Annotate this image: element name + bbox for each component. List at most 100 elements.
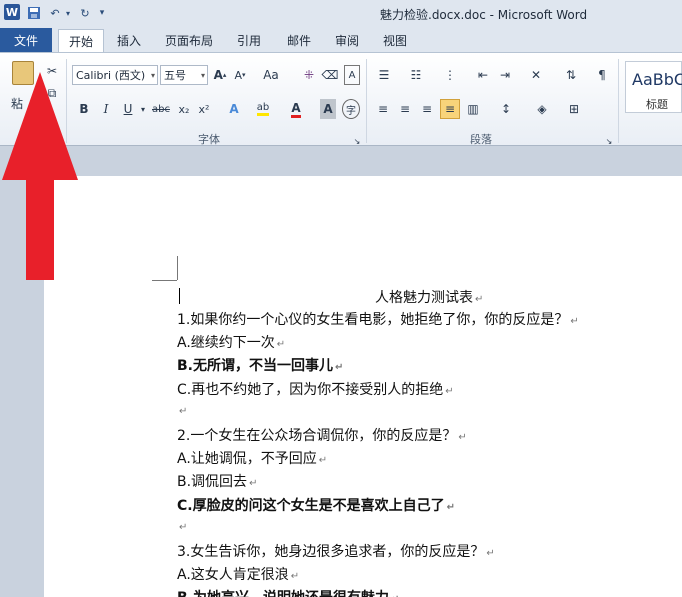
document-background <box>0 146 682 176</box>
numbering-icon[interactable]: ☷ <box>404 65 428 85</box>
empty-paragraph[interactable]: ↵ <box>177 518 187 534</box>
justify-icon[interactable]: ≡ <box>440 99 460 119</box>
paragraph-mark: ↵ <box>290 571 300 582</box>
tab-insert[interactable]: 插入 <box>108 29 150 52</box>
document-line[interactable]: B.调侃回去 ↵ <box>177 471 257 491</box>
font-group-label: 字体 <box>198 133 220 146</box>
increase-indent-icon[interactable]: ⇥ <box>496 65 514 85</box>
decrease-indent-icon[interactable]: ⇤ <box>474 65 492 85</box>
font-color-icon[interactable]: A <box>286 99 306 119</box>
paragraph-mark: ↵ <box>249 478 258 489</box>
undo-dropdown-icon[interactable]: ▾ <box>64 4 72 22</box>
undo-icon[interactable]: ↶ <box>48 4 62 22</box>
multilevel-list-icon[interactable]: ⋮ <box>438 65 462 85</box>
margin-crop-mark <box>152 280 177 281</box>
italic-button[interactable]: I <box>98 99 114 119</box>
document-line-text: 2.一个女生在公众场合调侃你，你的反应是？ <box>177 428 457 444</box>
tab-view[interactable]: 视图 <box>374 29 416 52</box>
paragraph-mark: ↵ <box>475 294 484 305</box>
paragraph-group-label: 段落 <box>470 133 492 146</box>
character-shading-icon[interactable]: A <box>320 99 336 119</box>
ribbon: 粘 ✂ ⧉ ✎ Calibri (西文) ▾ 五号 ▾ A▴ A▾ Aa ⁜ ⌫… <box>0 52 682 146</box>
document-line[interactable]: 1.如果你约一个心仪的女生看电影，她拒绝了你，你的反应是？ ↵ <box>177 309 579 329</box>
word-logo-icon[interactable]: W <box>4 4 20 20</box>
document-line[interactable]: 2.一个女生在公众场合调侃你，你的反应是？ ↵ <box>177 425 467 445</box>
highlight-color-icon[interactable]: ab <box>252 99 274 119</box>
group-divider <box>618 59 619 143</box>
borders-icon[interactable]: ⊞ <box>562 99 586 119</box>
text-effects-icon[interactable]: A <box>224 99 244 119</box>
change-case-button[interactable]: Aa <box>258 65 284 85</box>
clear-formatting-icon[interactable]: ⌫ <box>322 65 339 85</box>
grow-font-icon: A <box>213 68 223 82</box>
red-arrow-annotation <box>2 72 78 280</box>
document-line[interactable]: C.厚脸皮的问这个女生是不是喜欢上自己了 ↵ <box>177 495 455 515</box>
font-size-dropdown[interactable]: 五号 ▾ <box>160 65 208 85</box>
document-line-text: C.再也不约她了，因为你不接受别人的拒绝 <box>177 382 444 398</box>
document-line-text: B.为她高兴，说明她还是很有魅力 <box>177 590 389 597</box>
document-line[interactable]: B.无所谓，不当一回事儿 ↵ <box>177 355 343 375</box>
document-line[interactable]: C.再也不约她了，因为你不接受别人的拒绝 ↵ <box>177 379 454 399</box>
document-line-text: C.厚脸皮的问这个女生是不是喜欢上自己了 <box>177 498 445 514</box>
underline-dropdown-icon[interactable]: ▾ <box>138 99 148 119</box>
document-line-text: B.无所谓，不当一回事儿 <box>177 358 333 374</box>
tab-home[interactable]: 开始 <box>58 29 104 52</box>
save-icon[interactable] <box>26 4 42 22</box>
align-right-icon[interactable]: ≡ <box>418 99 436 119</box>
font-name-value: Calibri (西文) <box>76 69 146 82</box>
redo-icon[interactable]: ↻ <box>78 4 92 22</box>
tab-mailings[interactable]: 邮件 <box>278 29 320 52</box>
paragraph-mark: ↵ <box>570 316 579 327</box>
chevron-down-icon: ▾ <box>150 70 155 80</box>
subscript-button[interactable]: x₂ <box>176 99 192 119</box>
style-gallery-item[interactable]: AaBbC 标题 <box>625 61 682 113</box>
paragraph-mark: ↵ <box>318 455 328 466</box>
paragraph-mark: ↵ <box>486 548 495 559</box>
document-line-text: A.这女人肯定很浪 <box>177 567 289 583</box>
document-line-text: A.让她调侃，不予回应 <box>177 451 317 467</box>
title-bar: W ↶ ▾ ↻ ▾ 魅力检验.docx.doc - Microsoft Word <box>0 0 682 26</box>
document-line[interactable]: 3.女生告诉你，她身边很多追求者，你的反应是？ ↵ <box>177 541 495 561</box>
customize-toolbar-icon[interactable]: ▾ <box>96 4 108 22</box>
style-name-label: 标题 <box>646 98 668 111</box>
document-line[interactable]: B.为她高兴，说明她还是很有魅力↵ <box>177 587 399 597</box>
document-title-text: 人格魅力测试表 <box>375 290 473 306</box>
paragraph-mark: ↵ <box>446 502 455 513</box>
show-marks-icon[interactable]: ¶ <box>594 65 610 85</box>
font-size-value: 五号 <box>164 69 186 82</box>
phonetic-guide-icon[interactable]: ⁜ <box>300 65 318 85</box>
underline-button[interactable]: U <box>120 99 136 119</box>
tab-references[interactable]: 引用 <box>228 29 270 52</box>
superscript-button[interactable]: x² <box>196 99 212 119</box>
chinese-layout-icon[interactable]: ✕ <box>524 65 548 85</box>
document-line[interactable]: A.继续约下一次 ↵ <box>177 332 285 352</box>
align-center-icon[interactable]: ≡ <box>396 99 414 119</box>
document-title[interactable]: 人格魅力测试表 ↵ <box>375 287 483 307</box>
document-line[interactable]: A.这女人肯定很浪 ↵ <box>177 564 299 584</box>
window-title: 魅力检验.docx.doc - Microsoft Word <box>380 8 588 22</box>
document-line-text: B.调侃回去 <box>177 474 248 490</box>
empty-paragraph[interactable]: ↵ <box>177 402 187 418</box>
paragraph-mark: ↵ <box>179 522 188 533</box>
strikethrough-button[interactable]: abc <box>150 99 172 119</box>
bullets-icon[interactable]: ☰ <box>372 65 396 85</box>
font-name-dropdown[interactable]: Calibri (西文) ▾ <box>72 65 158 85</box>
paragraph-mark: ↵ <box>179 406 188 417</box>
tab-review[interactable]: 审阅 <box>326 29 368 52</box>
align-left-icon[interactable]: ≡ <box>374 99 392 119</box>
enclose-characters-icon[interactable]: 字 <box>342 99 360 119</box>
distributed-icon[interactable]: ▥ <box>464 99 482 119</box>
shading-icon[interactable]: ◈ <box>530 99 554 119</box>
ribbon-tab-row: 文件 开始 插入 页面布局 引用 邮件 审阅 视图 <box>0 26 682 52</box>
document-line[interactable]: A.让她调侃，不予回应 ↵ <box>177 448 327 468</box>
line-spacing-icon[interactable]: ↕ <box>494 99 518 119</box>
grow-font-button[interactable]: A ▴ <box>212 65 228 85</box>
sort-icon[interactable]: ⇅ <box>560 65 582 85</box>
paragraph-mark: ↵ <box>445 386 454 397</box>
style-sample-text: AaBbC <box>632 70 682 89</box>
shrink-font-icon: A <box>234 68 242 82</box>
tab-file[interactable]: 文件 <box>0 28 52 52</box>
tab-page-layout[interactable]: 页面布局 <box>158 29 220 52</box>
character-border-icon[interactable]: A <box>344 65 360 85</box>
shrink-font-button[interactable]: A ▾ <box>232 65 248 85</box>
